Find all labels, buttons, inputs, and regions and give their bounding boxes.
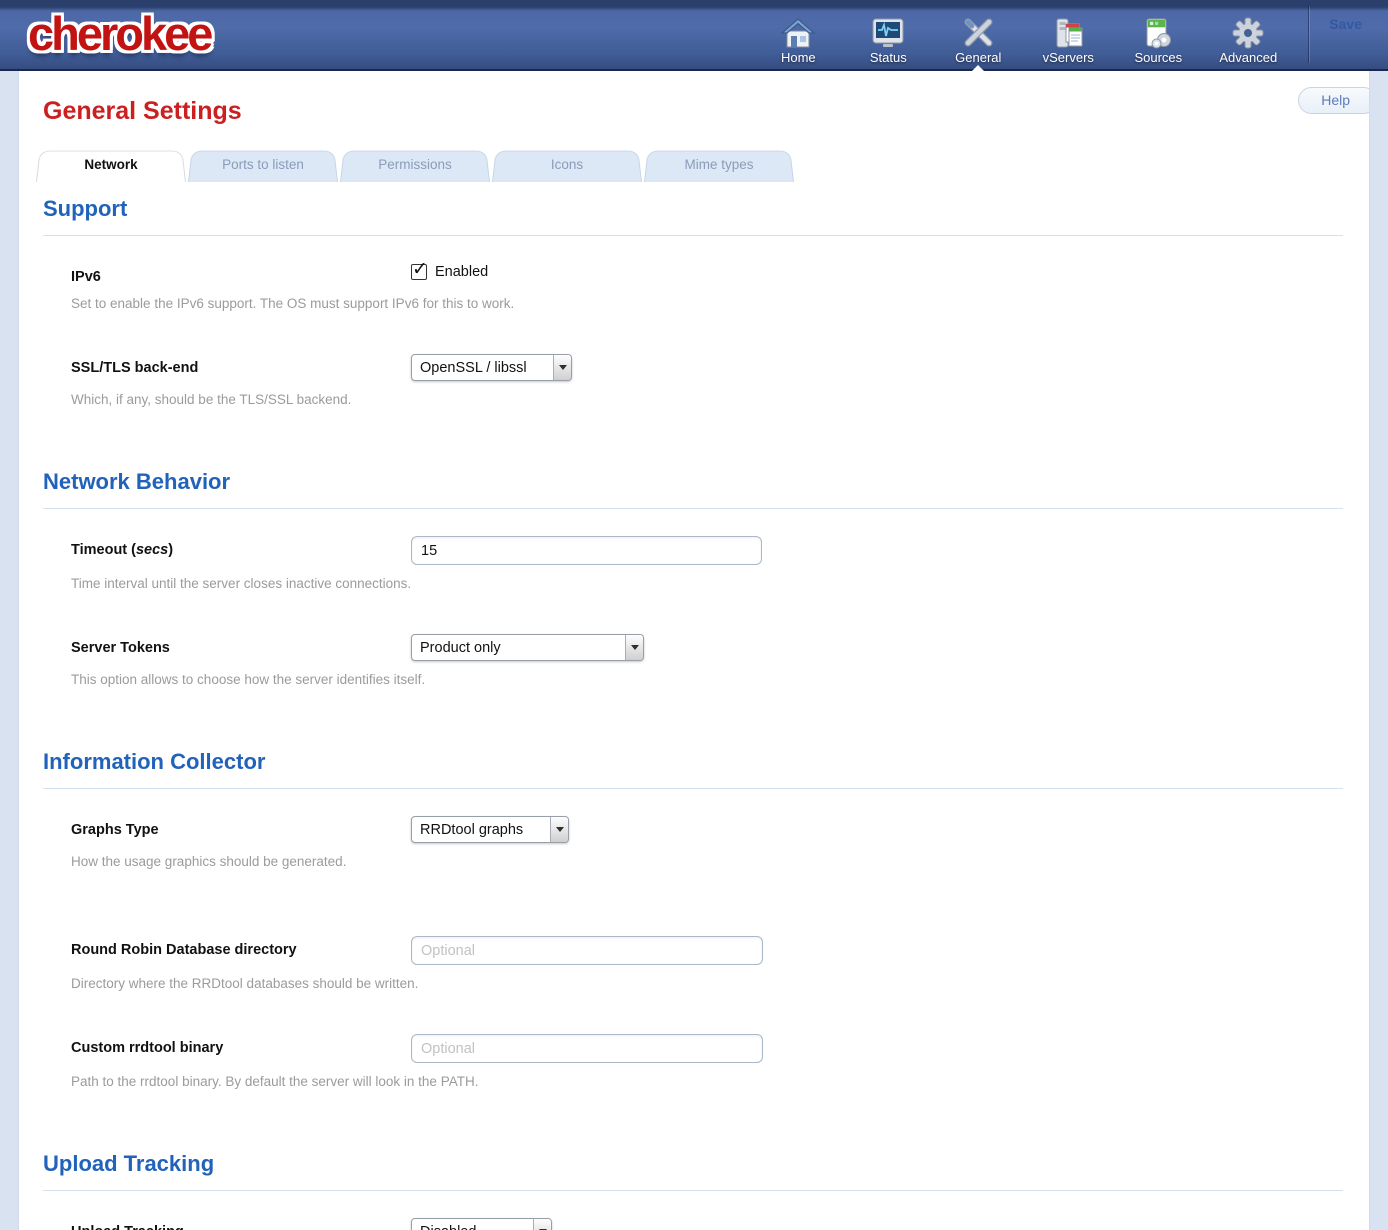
top-navbar: cherokee Home St — [0, 0, 1388, 71]
nav-item-vservers[interactable]: vServers — [1028, 11, 1108, 65]
graphs-type-select[interactable]: RRDtool graphs — [411, 816, 569, 843]
status-icon — [870, 11, 906, 49]
section-divider — [43, 788, 1343, 789]
nav-item-sources[interactable]: Sources — [1118, 11, 1198, 65]
upload-tracking-select[interactable]: Disabled — [411, 1218, 552, 1230]
nav-label: Home — [781, 50, 816, 65]
field-description: Path to the rrdtool binary. By default t… — [71, 1074, 1343, 1089]
nav-item-status[interactable]: Status — [848, 11, 928, 65]
field-label: Graphs Type — [71, 819, 411, 843]
nav-label: Sources — [1134, 50, 1182, 65]
field-label: IPv6 — [71, 266, 411, 285]
checkbox-label: Enabled — [435, 264, 488, 280]
field-label: Round Robin Database directory — [71, 939, 411, 965]
field-rrdtool-binary: Custom rrdtool binary Path to the rrdtoo… — [43, 1037, 1343, 1089]
server-tokens-select[interactable]: Product only — [411, 634, 644, 661]
nav-item-home[interactable]: Home — [758, 11, 838, 65]
tab-icons[interactable]: Icons — [492, 149, 642, 182]
rrdtool-binary-input[interactable] — [411, 1034, 763, 1063]
vservers-icon — [1050, 11, 1086, 49]
field-ipv6: IPv6 Enabled Set to enable the IPv6 supp… — [43, 266, 1343, 311]
field-ssl-tls-backend: SSL/TLS back-end OpenSSL / libssl Which,… — [43, 357, 1343, 407]
page-title: General Settings — [43, 97, 1369, 126]
section-network-behavior: Network Behavior Timeout (secs) Time int… — [43, 469, 1343, 687]
ipv6-enabled-control: Enabled — [411, 263, 1343, 280]
nav-label: Advanced — [1219, 50, 1277, 65]
field-description: Directory where the RRDtool databases sh… — [71, 976, 1343, 991]
field-description: This option allows to choose how the ser… — [71, 672, 1343, 687]
chevron-down-icon — [625, 635, 643, 660]
sources-icon — [1140, 11, 1176, 49]
select-value: Product only — [412, 635, 625, 660]
ipv6-enabled-checkbox[interactable] — [411, 264, 427, 280]
nav-item-general[interactable]: General — [938, 11, 1018, 65]
nav-separator — [1308, 6, 1309, 63]
field-label: Upload Tracking — [71, 1221, 411, 1230]
chevron-down-icon — [550, 817, 568, 842]
timeout-input[interactable] — [411, 536, 762, 565]
field-server-tokens: Server Tokens Product only This option a… — [43, 637, 1343, 687]
content-panel: Help General Settings Network Ports to l… — [18, 71, 1370, 1230]
section-title: Information Collector — [43, 749, 1343, 775]
tab-ports-to-listen[interactable]: Ports to listen — [188, 149, 338, 182]
section-divider — [43, 235, 1343, 236]
section-divider — [43, 1190, 1343, 1191]
ssl-backend-select[interactable]: OpenSSL / libssl — [411, 354, 572, 381]
field-label: SSL/TLS back-end — [71, 357, 411, 381]
field-label: Timeout (secs) — [71, 539, 411, 565]
section-title: Network Behavior — [43, 469, 1343, 495]
rrd-directory-input[interactable] — [411, 936, 763, 965]
nav-label: Status — [870, 50, 907, 65]
field-rrd-directory: Round Robin Database directory Directory… — [43, 939, 1343, 991]
tab-bar: Network Ports to listen Permissions Icon… — [36, 149, 1369, 182]
field-label: Custom rrdtool binary — [71, 1037, 411, 1063]
tab-permissions[interactable]: Permissions — [340, 149, 490, 182]
field-timeout: Timeout (secs) Time interval until the s… — [43, 539, 1343, 591]
chevron-down-icon — [553, 355, 571, 380]
cherokee-logo: cherokee — [28, 6, 210, 61]
nav-item-advanced[interactable]: Advanced — [1208, 11, 1288, 65]
tab-mime-types[interactable]: Mime types — [644, 149, 794, 182]
section-divider — [43, 508, 1343, 509]
field-upload-tracking: Upload Tracking Disabled How to track up… — [43, 1221, 1343, 1230]
field-description: Set to enable the IPv6 support. The OS m… — [71, 296, 1343, 311]
select-value: Disabled — [412, 1219, 533, 1230]
field-description: Which, if any, should be the TLS/SSL bac… — [71, 392, 1343, 407]
field-description: Time interval until the server closes in… — [71, 576, 1343, 591]
nav-items: Home Status — [758, 0, 1288, 69]
chevron-down-icon — [533, 1219, 551, 1230]
select-value: OpenSSL / libssl — [412, 355, 553, 380]
home-icon — [780, 11, 816, 49]
field-description: How the usage graphics should be generat… — [71, 854, 1343, 869]
field-label: Server Tokens — [71, 637, 411, 661]
section-title: Support — [43, 196, 1343, 222]
section-upload-tracking: Upload Tracking Upload Tracking Disabled… — [43, 1151, 1343, 1230]
advanced-icon — [1230, 11, 1266, 49]
nav-label: General — [955, 50, 1001, 65]
section-title: Upload Tracking — [43, 1151, 1343, 1177]
field-graphs-type: Graphs Type RRDtool graphs How the usage… — [43, 819, 1343, 869]
section-support: Support IPv6 Enabled Set to enable the I… — [43, 196, 1343, 407]
select-value: RRDtool graphs — [412, 817, 550, 842]
section-information-collector: Information Collector Graphs Type RRDtoo… — [43, 749, 1343, 1089]
tab-network[interactable]: Network — [36, 149, 186, 182]
save-button[interactable]: Save — [1329, 16, 1362, 32]
general-icon — [960, 11, 996, 49]
help-button[interactable]: Help — [1298, 87, 1370, 114]
nav-label: vServers — [1043, 50, 1094, 65]
